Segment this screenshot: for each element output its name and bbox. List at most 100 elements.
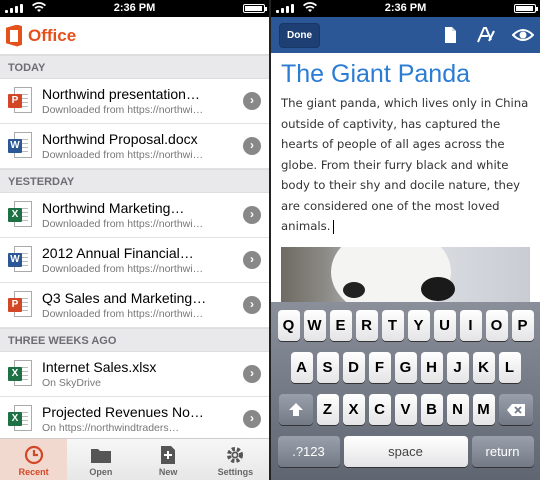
document-row[interactable]: W Northwind Proposal.docx Downloaded from … — [0, 124, 269, 169]
document-row[interactable]: P Q3 Sales and Marketing… Downloaded from … — [0, 283, 269, 328]
word-app-screen: 2:36 PM Done The Giant Panda The giant p… — [271, 0, 540, 480]
tab-label: Settings — [217, 467, 254, 477]
document-body[interactable]: The giant panda, which lives only in Chi… — [281, 93, 530, 237]
chevron-right-icon[interactable]: › — [243, 296, 261, 314]
done-button[interactable]: Done — [279, 22, 320, 48]
key-r[interactable]: R — [355, 310, 378, 341]
document-source: On https://northwindtraders… — [42, 422, 180, 434]
keyboard-row-2: ASDFGHJKL — [274, 352, 537, 383]
section-header: YESTERDAY — [0, 169, 269, 193]
word-toolbar: Done — [271, 17, 540, 53]
key-z[interactable]: Z — [316, 394, 339, 425]
key-s[interactable]: S — [316, 352, 339, 383]
document-content[interactable]: The Giant Panda The giant panda, which l… — [271, 53, 540, 237]
key-a[interactable]: A — [290, 352, 313, 383]
key-n[interactable]: N — [446, 394, 469, 425]
body-text: The giant panda, which lives only in Chi… — [281, 96, 529, 233]
tab-recent[interactable]: Recent — [0, 439, 68, 480]
document-text: Projected Revenues No… On https://northwi… — [42, 404, 237, 434]
tab-settings[interactable]: Settings — [202, 439, 269, 480]
numbers-key[interactable]: .?123 — [277, 436, 340, 467]
word-file-icon: W — [8, 132, 32, 160]
document-source: Downloaded from https://northwi… — [42, 149, 204, 161]
key-f[interactable]: F — [368, 352, 391, 383]
office-logo-icon — [6, 24, 24, 47]
excel-file-icon: X — [8, 201, 32, 229]
key-j[interactable]: J — [446, 352, 469, 383]
key-t[interactable]: T — [381, 310, 404, 341]
key-o[interactable]: O — [485, 310, 508, 341]
office-app-screen: 2:36 PM Office TODAY P Northwind presentat… — [0, 0, 269, 480]
section-header: THREE WEEKS AGO — [0, 328, 269, 352]
document-row[interactable]: X Northwind Marketing… Downloaded from htt… — [0, 193, 269, 238]
document-source: Downloaded from https://northwi… — [42, 308, 204, 320]
status-bar: 2:36 PM — [271, 0, 540, 17]
excel-file-icon: X — [8, 405, 32, 433]
chevron-right-icon[interactable]: › — [243, 137, 261, 155]
document-source: On SkyDrive — [42, 377, 101, 389]
keyboard-row-1: QWERTYUIOP — [274, 310, 537, 341]
new-document-icon — [157, 445, 179, 465]
document-text: 2012 Annual Financial… Downloaded from ht… — [42, 245, 237, 275]
shift-key[interactable] — [278, 394, 313, 425]
key-w[interactable]: W — [303, 310, 326, 341]
panda-image — [281, 247, 530, 307]
key-l[interactable]: L — [498, 352, 521, 383]
tab-label: New — [158, 467, 178, 477]
chevron-right-icon[interactable]: › — [243, 251, 261, 269]
key-u[interactable]: U — [433, 310, 456, 341]
chevron-right-icon[interactable]: › — [243, 410, 261, 428]
space-key[interactable]: space — [343, 436, 468, 467]
chevron-right-icon[interactable]: › — [243, 365, 261, 383]
document-text: Northwind Marketing… Downloaded from http… — [42, 200, 237, 230]
key-h[interactable]: H — [420, 352, 443, 383]
section-header: TODAY — [0, 55, 269, 79]
key-b[interactable]: B — [420, 394, 443, 425]
document-row[interactable]: X Internet Sales.xlsx On SkyDrive › — [0, 352, 269, 397]
document-source: Downloaded from https://northwi… — [42, 263, 204, 275]
document-title: The Giant Panda — [281, 60, 471, 88]
tab-label: Open — [89, 467, 113, 477]
powerpoint-file-icon: P — [8, 87, 32, 115]
backspace-key[interactable] — [498, 394, 533, 425]
key-i[interactable]: I — [459, 310, 482, 341]
status-time: 2:36 PM — [384, 2, 427, 14]
eye-icon[interactable] — [511, 25, 535, 45]
key-x[interactable]: X — [342, 394, 365, 425]
document-icon[interactable] — [440, 25, 460, 45]
excel-file-icon: X — [8, 360, 32, 388]
document-title: Northwind Proposal.docx — [42, 131, 198, 147]
key-v[interactable]: V — [394, 394, 417, 425]
key-k[interactable]: K — [472, 352, 495, 383]
key-y[interactable]: Y — [407, 310, 430, 341]
key-q[interactable]: Q — [277, 310, 300, 341]
chevron-right-icon[interactable]: › — [243, 206, 261, 224]
document-row[interactable]: X Projected Revenues No… On https://northw… — [0, 397, 269, 442]
key-c[interactable]: C — [368, 394, 391, 425]
document-source: Downloaded from https://northwi… — [42, 218, 204, 230]
key-p[interactable]: P — [511, 310, 534, 341]
document-title: Northwind presentation… — [42, 86, 200, 102]
battery-icon — [514, 4, 538, 13]
tab-bar: Recent Open New Settings — [0, 438, 269, 480]
document-row[interactable]: W 2012 Annual Financial… Downloaded from h… — [0, 238, 269, 283]
document-text: Internet Sales.xlsx On SkyDrive — [42, 359, 237, 389]
tab-new[interactable]: New — [135, 439, 202, 480]
font-format-icon[interactable] — [476, 25, 496, 45]
key-d[interactable]: D — [342, 352, 365, 383]
keyboard-row-4: .?123 space return — [274, 436, 537, 467]
document-row[interactable]: P Northwind presentation… Downloaded from … — [0, 79, 269, 124]
status-time: 2:36 PM — [113, 2, 156, 14]
chevron-right-icon[interactable]: › — [243, 92, 261, 110]
tab-label: Recent — [18, 467, 49, 477]
key-m[interactable]: M — [472, 394, 495, 425]
return-key[interactable]: return — [471, 436, 534, 467]
document-text: Q3 Sales and Marketing… Downloaded from h… — [42, 290, 237, 320]
folder-icon — [90, 445, 112, 465]
key-g[interactable]: G — [394, 352, 417, 383]
word-file-icon: W — [8, 246, 32, 274]
text-cursor — [333, 219, 335, 234]
tab-open[interactable]: Open — [67, 439, 134, 480]
key-e[interactable]: E — [329, 310, 352, 341]
status-bar: 2:36 PM — [0, 0, 269, 17]
